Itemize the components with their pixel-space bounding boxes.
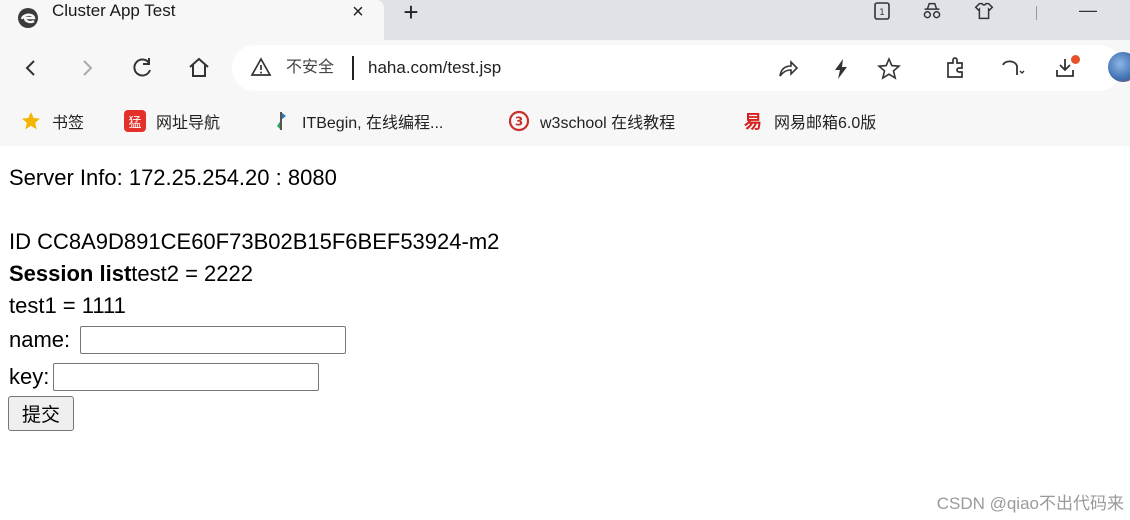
download-badge bbox=[1071, 55, 1080, 64]
warning-icon[interactable] bbox=[250, 56, 272, 78]
watermark: CSDN @qiao不出代码来 bbox=[936, 494, 1124, 513]
url-text[interactable]: haha.com/test.jsp bbox=[368, 45, 501, 91]
session-item: test2 = 2222 bbox=[131, 261, 253, 286]
back-icon[interactable] bbox=[16, 53, 46, 83]
security-label[interactable]: 不安全 bbox=[286, 45, 334, 91]
submit-button[interactable]: 提交 bbox=[8, 396, 74, 431]
bookmark-item-nav[interactable]: 猛 网址导航 bbox=[124, 96, 220, 146]
bookmarks-bar: 书签 猛 网址导航 ITBegin, 在线编程... 3 w3school 在线… bbox=[0, 96, 1130, 146]
edge-icon bbox=[18, 8, 38, 28]
key-input[interactable] bbox=[53, 363, 319, 391]
bookmark-label: 网址导航 bbox=[156, 115, 221, 132]
bookmark-label: w3school 在线教程 bbox=[540, 115, 676, 132]
shirt-icon[interactable] bbox=[972, 0, 996, 22]
session-list-row: Session listtest2 = 2222 bbox=[9, 259, 253, 289]
key-label: key: bbox=[9, 364, 50, 389]
name-label: name: bbox=[9, 327, 71, 352]
bookmark-label: 书签 bbox=[52, 115, 85, 132]
forward-icon[interactable] bbox=[72, 53, 102, 83]
share-icon[interactable] bbox=[774, 56, 800, 82]
session-item: test1 = 1111 bbox=[9, 293, 126, 318]
netease-mail-icon: 易 bbox=[744, 112, 762, 133]
svg-text:1: 1 bbox=[879, 8, 885, 18]
itbegin-icon bbox=[270, 110, 292, 132]
new-tab-icon[interactable]: + bbox=[398, 0, 424, 25]
page-content: Server Info: 172.25.254.20 : 8080 ID CC8… bbox=[0, 146, 1130, 520]
lightning-icon[interactable] bbox=[828, 56, 854, 82]
bookmark-item-itbegin[interactable]: ITBegin, 在线编程... bbox=[270, 96, 443, 146]
tab-actions-icon[interactable]: 1 bbox=[870, 0, 894, 22]
reload-icon[interactable] bbox=[128, 53, 158, 83]
name-input[interactable] bbox=[80, 326, 346, 354]
bookmark-label: 网易邮箱6.0版 bbox=[774, 115, 877, 132]
svg-text:3: 3 bbox=[515, 115, 523, 129]
address-bar[interactable]: 不安全 haha.com/test.jsp bbox=[232, 45, 1122, 91]
tab-title: Cluster App Test bbox=[52, 1, 176, 20]
w3school-icon: 3 bbox=[508, 110, 530, 132]
session-id: ID CC8A9D891CE60F73B02B15F6BEF53924-m2 bbox=[9, 229, 500, 254]
close-tab-icon[interactable]: × bbox=[347, 0, 369, 24]
bookmark-label: ITBegin, 在线编程... bbox=[302, 115, 444, 132]
session-list-label: Session list bbox=[9, 261, 132, 286]
star-icon bbox=[20, 110, 42, 132]
url-separator bbox=[352, 56, 354, 80]
undo-dropdown-icon[interactable] bbox=[996, 53, 1026, 83]
server-info: Server Info: 172.25.254.20 : 8080 bbox=[9, 165, 337, 190]
download-icon[interactable] bbox=[1052, 53, 1082, 83]
browser-chrome: Cluster App Test × + 1 — 不安全 haha.com/te… bbox=[0, 0, 1130, 146]
minimize-icon[interactable]: — bbox=[1076, 0, 1100, 20]
titlebar-divider bbox=[1036, 6, 1037, 20]
bookmark-item-w3school[interactable]: 3 w3school 在线教程 bbox=[508, 96, 675, 146]
bookmark-item-netease-mail[interactable]: 易 网易邮箱6.0版 bbox=[742, 96, 876, 146]
extensions-icon[interactable] bbox=[940, 53, 970, 83]
star-outline-icon[interactable] bbox=[876, 56, 902, 82]
home-icon[interactable] bbox=[184, 53, 214, 83]
bookmark-item-bookmarks[interactable]: 书签 bbox=[20, 96, 84, 146]
avatar[interactable] bbox=[1108, 52, 1130, 82]
tab-active[interactable]: Cluster App Test × bbox=[0, 0, 384, 40]
navigation-bar: 不安全 haha.com/test.jsp bbox=[0, 40, 1130, 96]
incognito-icon[interactable] bbox=[920, 0, 944, 22]
nav-site-icon: 猛 bbox=[124, 110, 146, 132]
tab-strip: Cluster App Test × + 1 — bbox=[0, 0, 1130, 40]
